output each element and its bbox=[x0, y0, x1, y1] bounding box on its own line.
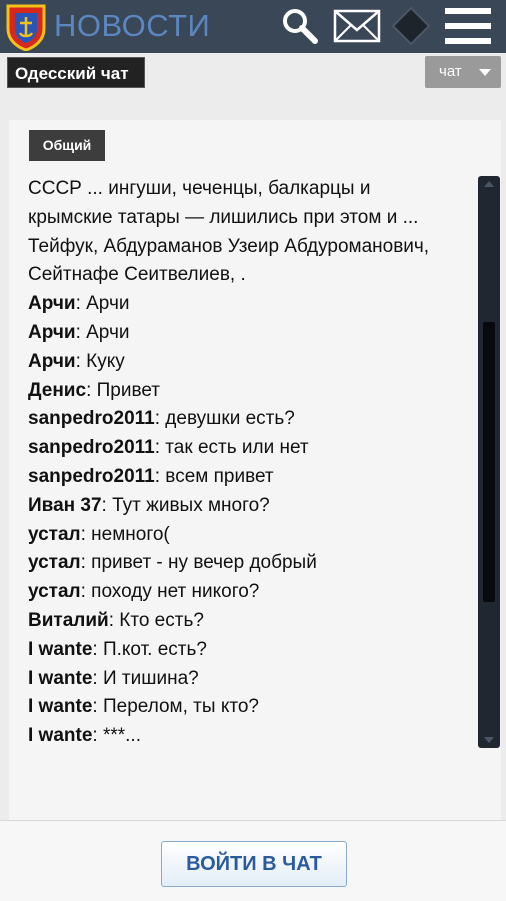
message-text: Арчи bbox=[80, 293, 130, 315]
message-separator: : bbox=[92, 696, 98, 718]
chat-message: Сейтнафе Сеитвелиев, . bbox=[28, 261, 472, 290]
message-list: СССР ... ингуши, чеченцы, балкарцы и крым… bbox=[28, 175, 472, 751]
message-author[interactable]: I wante bbox=[28, 696, 92, 717]
chat-message: Денис: Привет bbox=[28, 377, 472, 406]
message-author[interactable]: устал bbox=[28, 581, 81, 602]
message-text: Куку bbox=[80, 350, 125, 372]
top-navigation-bar: НОВОСТИ bbox=[0, 0, 506, 53]
scroll-down-arrow-icon[interactable] bbox=[484, 737, 494, 743]
message-text: И тишина? bbox=[97, 667, 199, 689]
message-text: привет - ну вечер добрый bbox=[85, 552, 317, 574]
chat-message: Виталий: Кто есть? bbox=[28, 607, 472, 636]
chat-message: Арчи: Куку bbox=[28, 348, 472, 377]
search-icon[interactable] bbox=[280, 6, 320, 46]
chat-message: Арчи: Арчи bbox=[28, 319, 472, 348]
chat-message: sanpedro2011: всем привет bbox=[28, 463, 472, 492]
chat-type-selected-value: чат bbox=[439, 63, 462, 80]
chat-message: I wante: П.кот. есть? bbox=[28, 636, 472, 665]
chat-message: устал: немного( bbox=[28, 521, 472, 550]
tab-general[interactable]: Общий bbox=[29, 130, 105, 161]
chat-message: I wante: ***... bbox=[28, 722, 472, 751]
message-text: Кто есть? bbox=[114, 609, 204, 631]
message-author[interactable]: Виталий bbox=[28, 610, 109, 631]
mail-icon[interactable] bbox=[333, 6, 381, 46]
chat-message: СССР ... ингуши, чеченцы, балкарцы и bbox=[28, 175, 472, 204]
chat-type-select[interactable]: чат bbox=[425, 56, 501, 88]
chat-message: sanpedro2011: так есть или нет bbox=[28, 434, 472, 463]
message-text: крымские татары — лишились при этом и ..… bbox=[28, 206, 419, 228]
chat-message: устал: походу нет никого? bbox=[28, 578, 472, 607]
message-text: П.кот. есть? bbox=[97, 638, 207, 660]
message-text: Арчи bbox=[80, 321, 130, 343]
chat-message: Арчи: Арчи bbox=[28, 290, 472, 319]
diamond-icon[interactable] bbox=[391, 6, 431, 46]
message-author[interactable]: sanpedro2011 bbox=[28, 437, 155, 458]
message-author[interactable]: Арчи bbox=[28, 322, 76, 343]
scroll-up-arrow-icon[interactable] bbox=[484, 181, 494, 187]
chat-message: Тейфук, Абдураманов Узеир Абдуроманович, bbox=[28, 233, 472, 262]
chat-message: Иван 37: Тут живых много? bbox=[28, 492, 472, 521]
message-author[interactable]: Денис bbox=[28, 380, 86, 401]
message-author[interactable]: устал bbox=[28, 552, 81, 573]
message-text: Сейтнафе Сеитвелиев, . bbox=[28, 264, 246, 286]
message-text: СССР ... ингуши, чеченцы, балкарцы и bbox=[28, 178, 371, 199]
message-separator: : bbox=[92, 667, 98, 689]
chat-message: I wante: И тишина? bbox=[28, 665, 472, 694]
city-emblem-icon[interactable] bbox=[5, 3, 47, 51]
message-text: ***... bbox=[97, 725, 141, 747]
message-author[interactable]: I wante bbox=[28, 725, 92, 746]
brand-title[interactable]: НОВОСТИ bbox=[54, 8, 210, 44]
message-text: Тут живых много? bbox=[106, 494, 270, 516]
scroll-thumb[interactable] bbox=[483, 322, 495, 602]
message-author[interactable]: I wante bbox=[28, 639, 92, 660]
chat-title: Одесский чат bbox=[7, 57, 145, 88]
message-separator: : bbox=[92, 725, 98, 747]
message-author[interactable]: sanpedro2011 bbox=[28, 466, 155, 487]
chat-message: устал: привет - ну вечер добрый bbox=[28, 549, 472, 578]
chat-message: sanpedro2011: девушки есть? bbox=[28, 405, 472, 434]
message-author[interactable]: I wante bbox=[28, 668, 92, 689]
message-author[interactable]: устал bbox=[28, 524, 81, 545]
message-text: Тейфук, Абдураманов Узеир Абдуроманович, bbox=[28, 235, 430, 257]
chat-message: крымские татары — лишились при этом и ..… bbox=[28, 204, 472, 233]
message-text: немного( bbox=[85, 523, 170, 545]
message-author[interactable]: sanpedro2011 bbox=[28, 408, 155, 429]
message-text: Перелом, ты кто? bbox=[97, 696, 259, 718]
message-scrollbar[interactable] bbox=[478, 176, 500, 748]
message-text: Привет bbox=[91, 379, 160, 401]
chat-message: I wante: Перелом, ты кто? bbox=[28, 693, 472, 722]
message-author[interactable]: Арчи bbox=[28, 293, 76, 314]
enter-chat-button[interactable]: ВОЙТИ В ЧАТ bbox=[161, 841, 347, 887]
message-text: всем привет bbox=[160, 465, 274, 487]
message-author[interactable]: Иван 37 bbox=[28, 495, 102, 516]
message-text: девушки есть? bbox=[160, 408, 295, 430]
message-text: походу нет никого? bbox=[85, 581, 260, 603]
chevron-down-icon bbox=[479, 69, 491, 76]
menu-icon[interactable] bbox=[443, 4, 493, 48]
message-text: так есть или нет bbox=[160, 437, 309, 459]
message-author[interactable]: Арчи bbox=[28, 351, 76, 372]
message-separator: : bbox=[92, 638, 98, 660]
